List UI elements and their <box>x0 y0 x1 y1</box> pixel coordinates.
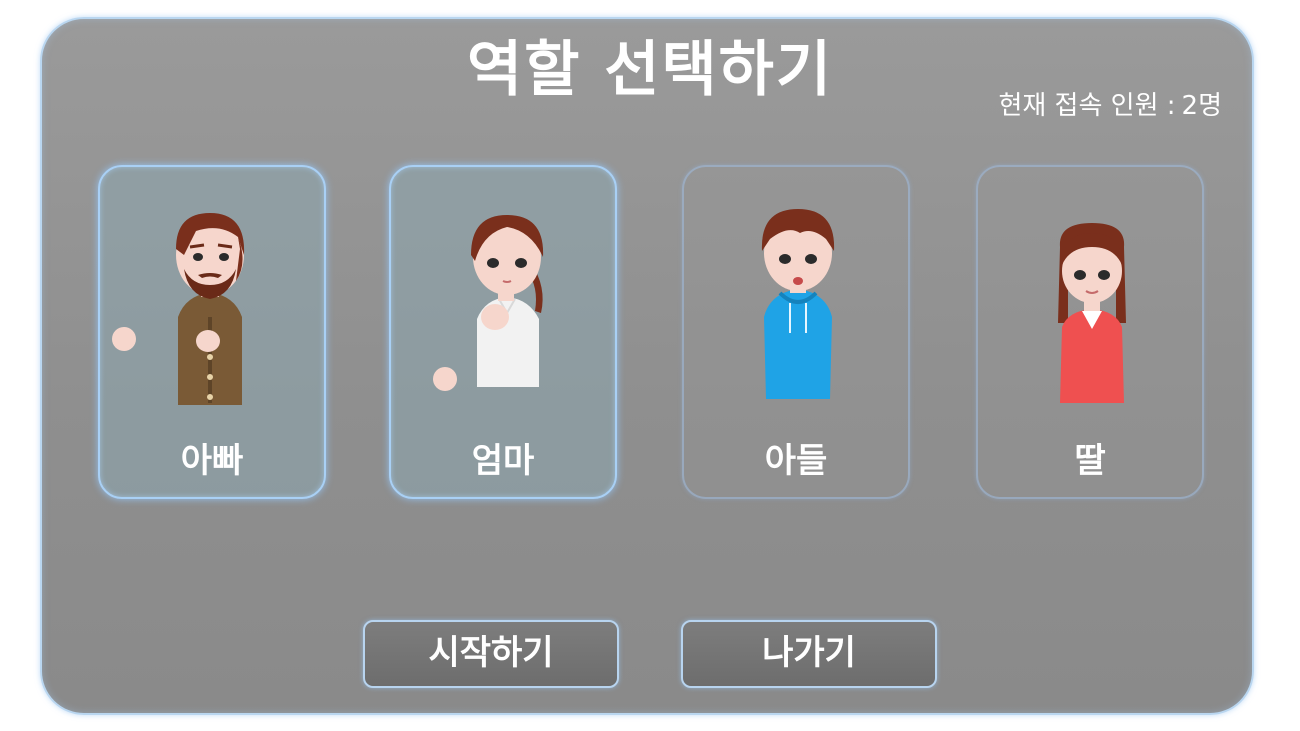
role-card-mom[interactable]: 엄마 <box>389 165 617 499</box>
dad-avatar <box>112 213 245 405</box>
role-label-daughter: 딸 <box>1074 441 1106 481</box>
mom-avatar <box>433 215 544 391</box>
online-value: 2명 <box>1181 91 1222 121</box>
role-card-dad[interactable]: 아빠 <box>98 165 326 499</box>
online-count: 현재 접속 인원 : 2명 <box>998 88 1222 124</box>
start-button[interactable]: 시작하기 <box>363 620 619 688</box>
son-avatar <box>761 209 835 399</box>
role-card-daughter[interactable]: 딸 <box>976 165 1204 499</box>
role-label-mom: 엄마 <box>471 441 535 481</box>
online-label: 현재 접속 인원 : <box>998 91 1176 121</box>
role-label-son: 아들 <box>764 441 828 481</box>
role-card-son[interactable]: 아들 <box>682 165 910 499</box>
daughter-avatar <box>1058 223 1126 403</box>
role-label-dad: 아빠 <box>180 441 244 481</box>
exit-button[interactable]: 나가기 <box>681 620 937 688</box>
